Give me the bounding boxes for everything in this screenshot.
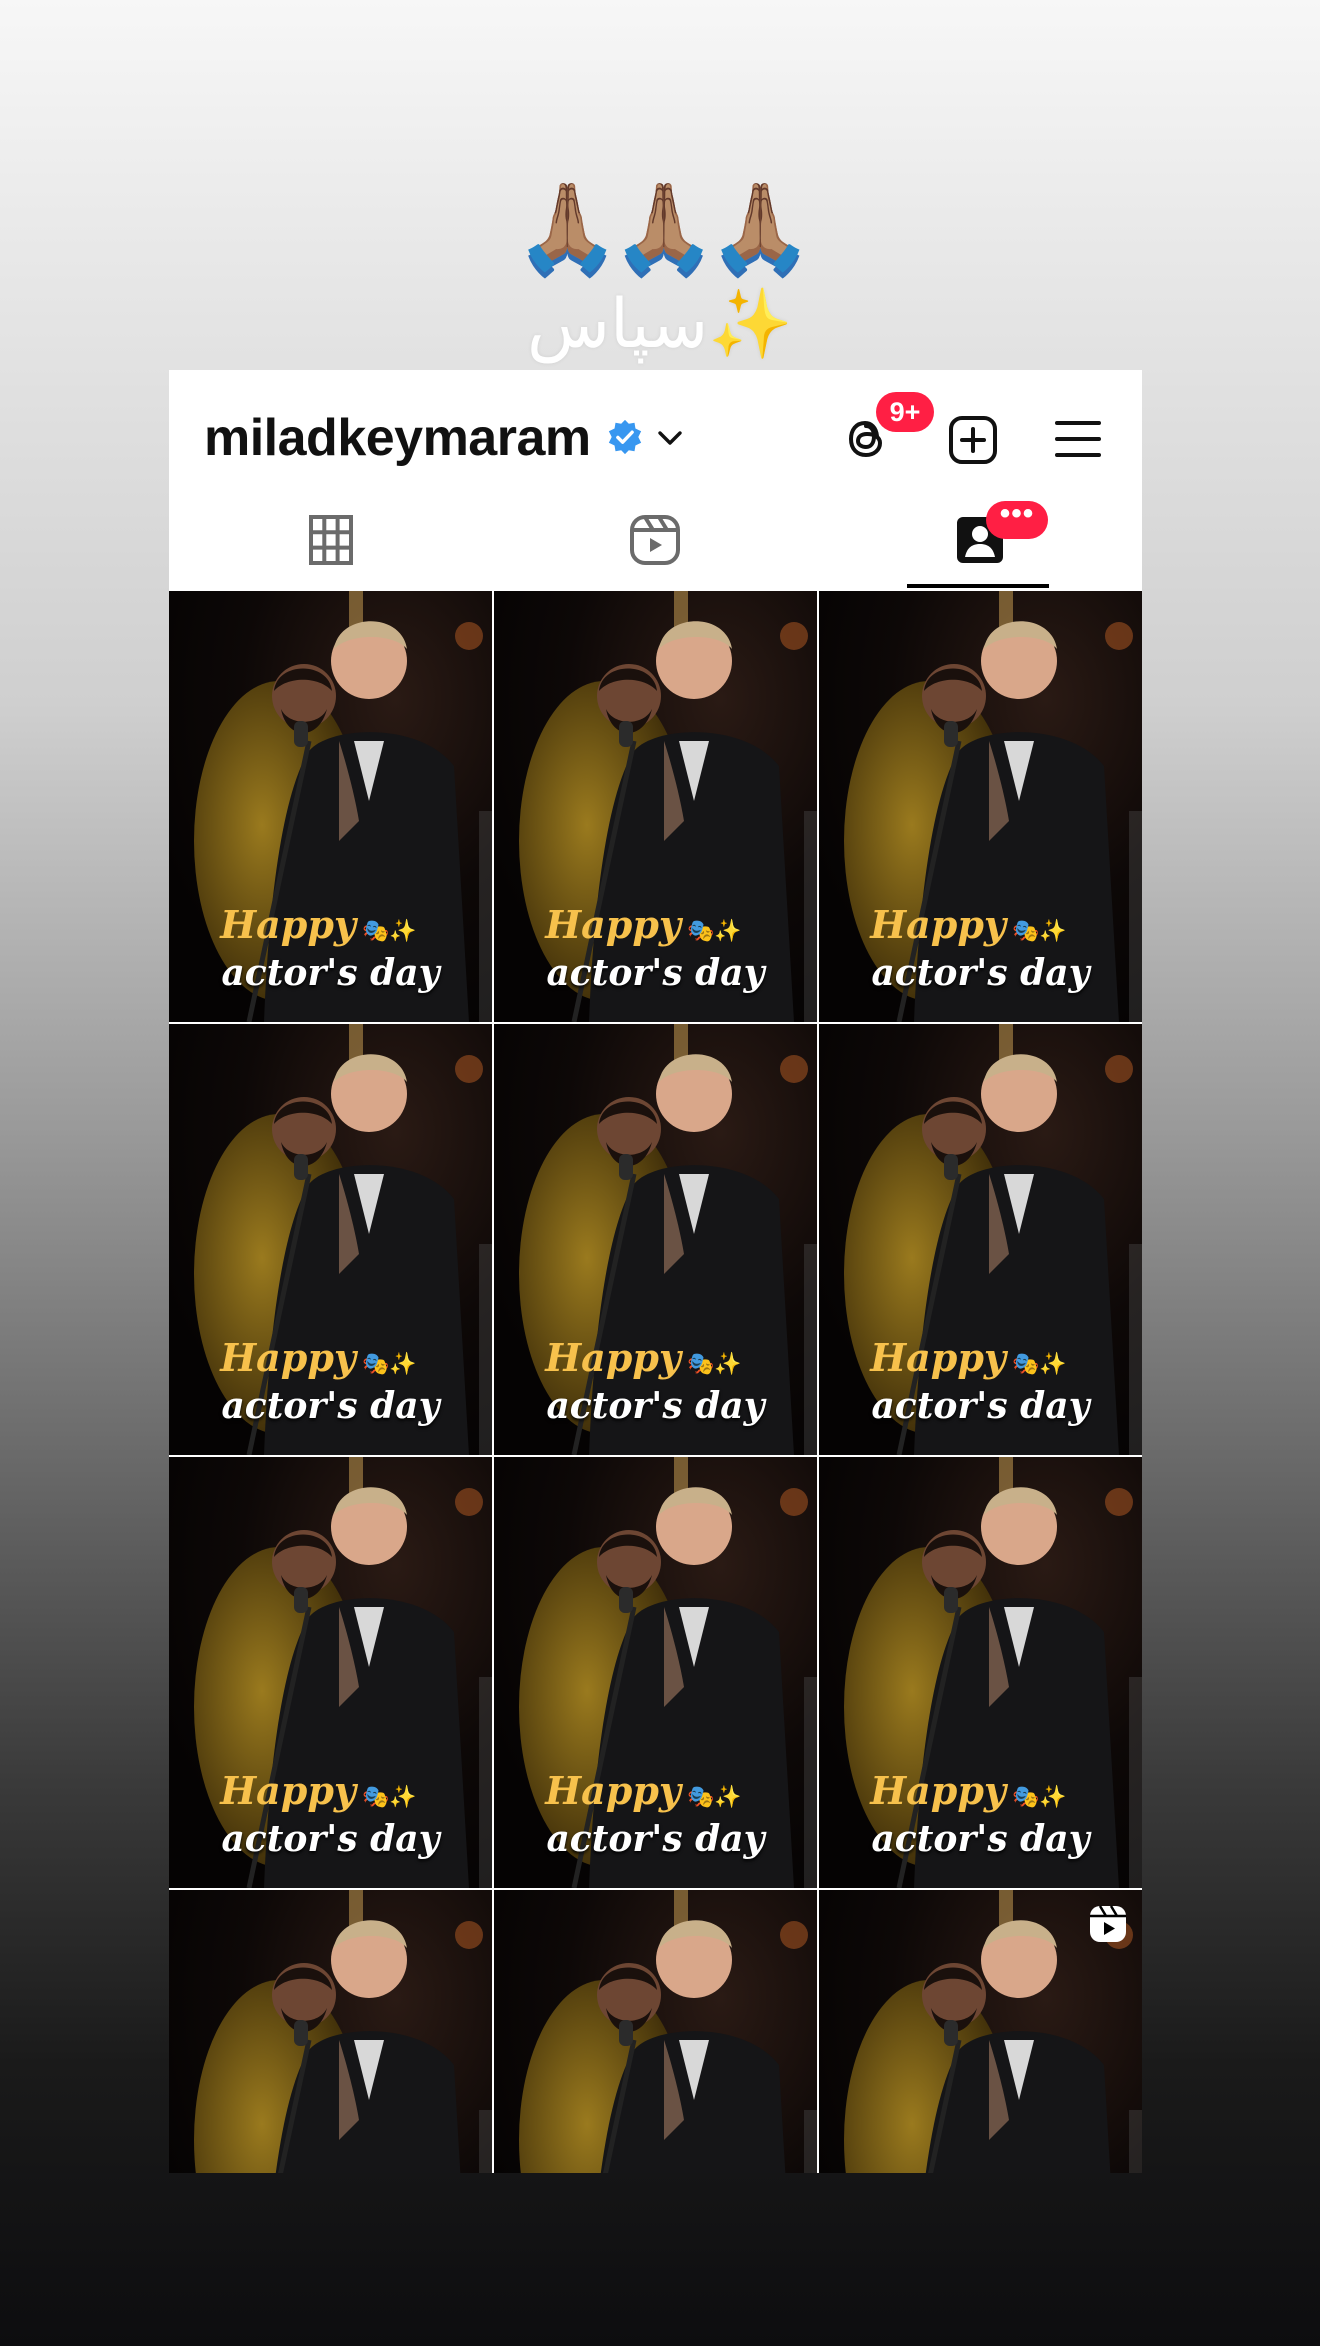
reels-icon — [630, 515, 680, 565]
post-actors-day-text: actor's day — [546, 952, 765, 994]
post-overlay-text: Happy 🎭✨ actor's day — [819, 1770, 1142, 1861]
post-actors-day-text: actor's day — [871, 1818, 1090, 1860]
post-overlay-text: Happy 🎭✨ actor's day — [494, 904, 817, 995]
post-tile[interactable]: Happy 🎭✨ actor's day — [494, 1024, 817, 1455]
post-happy-text: Happy 🎭✨ — [819, 1337, 1142, 1385]
threads-notification-badge: 9+ — [876, 392, 934, 432]
post-happy-text: Happy 🎭✨ — [169, 1770, 492, 1818]
post-actors-day-text: actor's day — [871, 952, 1090, 994]
happy-label: Happy — [220, 902, 356, 947]
post-tile[interactable] — [169, 1890, 492, 2173]
happy-label: Happy — [870, 1335, 1006, 1380]
happy-label: Happy — [870, 902, 1006, 947]
chevron-down-icon[interactable] — [656, 426, 684, 450]
reel-indicator-icon — [1090, 1905, 1126, 1942]
hamburger-menu-icon[interactable] — [1054, 418, 1102, 460]
post-actors-day-text: actor's day — [221, 952, 440, 994]
post-actors-day-text: actor's day — [546, 1818, 765, 1860]
happy-label: Happy — [220, 1768, 356, 1813]
post-happy-text: Happy 🎭✨ — [494, 1770, 817, 1818]
post-overlay-text: Happy 🎭✨ actor's day — [819, 1337, 1142, 1428]
post-happy-text: Happy 🎭✨ — [819, 904, 1142, 952]
profile-username[interactable]: miladkeymaram — [204, 408, 591, 468]
post-emoji: 🎭✨ — [1011, 1351, 1067, 1377]
happy-label: Happy — [870, 2171, 1006, 2174]
plus-square-icon[interactable] — [947, 414, 999, 466]
post-happy-text: Happy 🎭✨ — [494, 1337, 817, 1385]
post-emoji: 🎭✨ — [686, 918, 742, 944]
happy-label: Happy — [870, 1768, 1006, 1813]
happy-label: Happy — [545, 1768, 681, 1813]
happy-label: Happy — [545, 902, 681, 947]
post-actors-day-text: actor's day — [221, 1385, 440, 1427]
post-happy-text: Happy 🎭✨ — [819, 1770, 1142, 1818]
story-caption: سپاس✨ — [527, 285, 793, 364]
post-thumbnail-image — [494, 1890, 817, 2173]
post-happy-text: Happy 🎭✨ — [169, 1337, 492, 1385]
post-tile[interactable]: Happy 🎭✨ actor's day — [494, 591, 817, 1022]
tagged-notification-badge: ••• — [986, 499, 1048, 539]
post-emoji: 🎭✨ — [686, 1351, 742, 1377]
post-tile[interactable]: Happy 🎭✨ actor's day — [494, 1457, 817, 1888]
post-emoji: 🎭✨ — [686, 1784, 742, 1810]
story-emoji: 🙏🏽🙏🏽🙏🏽 — [515, 177, 813, 275]
post-happy-text: Happy 🎭✨ — [169, 904, 492, 952]
post-tile[interactable]: Happy 🎭✨ actor's day — [169, 1457, 492, 1888]
profile-header: miladkeymaram 9+ — [169, 370, 1142, 490]
verified-badge-icon — [608, 419, 642, 455]
post-actors-day-text: actor's day — [871, 1385, 1090, 1427]
active-tab-indicator — [907, 584, 1049, 588]
post-tile[interactable] — [494, 1890, 817, 2173]
post-overlay-text: Happy 🎭✨ actor's day — [169, 1337, 492, 1428]
post-tile[interactable]: Happy🎭✨ — [819, 1890, 1142, 2173]
post-emoji: 🎭✨ — [361, 918, 417, 944]
post-tile[interactable]: Happy 🎭✨ actor's day — [169, 1024, 492, 1455]
happy-label: Happy — [220, 1335, 356, 1380]
post-emoji: 🎭✨ — [1011, 918, 1067, 944]
post-tile[interactable]: Happy 🎭✨ actor's day — [819, 591, 1142, 1022]
post-overlay-text: Happy 🎭✨ actor's day — [169, 1770, 492, 1861]
post-happy-text: Happy 🎭✨ — [494, 904, 817, 952]
post-overlay-text: Happy 🎭✨ actor's day — [494, 1337, 817, 1428]
grid-icon — [309, 515, 353, 565]
happy-label: Happy — [545, 1335, 681, 1380]
post-overlay-text: Happy 🎭✨ actor's day — [494, 1770, 817, 1861]
post-emoji: 🎭✨ — [1011, 1784, 1067, 1810]
tab-tagged[interactable] — [817, 490, 1142, 590]
post-tile[interactable]: Happy 🎭✨ actor's day — [819, 1024, 1142, 1455]
profile-screenshot: miladkeymaram 9+ ••• Happy 🎭✨ actor's da… — [169, 370, 1142, 2173]
post-actors-day-text: actor's day — [221, 1818, 440, 1860]
tab-posts[interactable] — [169, 490, 493, 590]
post-overlay-text: Happy 🎭✨ actor's day — [169, 904, 492, 995]
post-tile[interactable]: Happy 🎭✨ actor's day — [169, 591, 492, 1022]
post-thumbnail-image — [169, 1890, 492, 2173]
tab-reels[interactable] — [493, 490, 817, 590]
post-emoji: 🎭✨ — [361, 1351, 417, 1377]
post-tile[interactable]: Happy 🎭✨ actor's day — [819, 1457, 1142, 1888]
post-overlay-text: Happy 🎭✨ actor's day — [819, 904, 1142, 995]
post-emoji: 🎭✨ — [361, 1784, 417, 1810]
post-actors-day-text: actor's day — [546, 1385, 765, 1427]
